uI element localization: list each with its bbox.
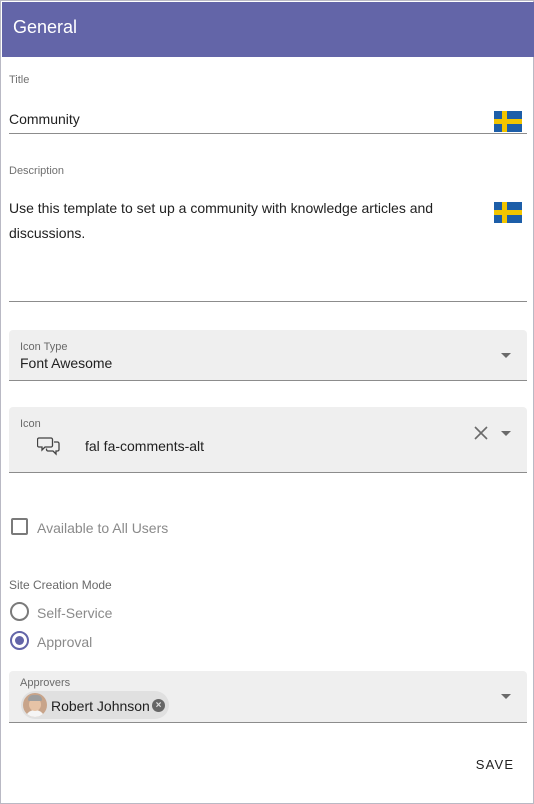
icon-label: Icon <box>20 418 41 430</box>
available-all-users-checkbox[interactable] <box>11 518 28 535</box>
title-label: Title <box>9 74 30 86</box>
self-service-label: Self-Service <box>37 605 113 621</box>
title-input[interactable]: Community <box>9 111 80 127</box>
available-all-users-label: Available to All Users <box>37 520 169 536</box>
approver-chip[interactable]: Robert Johnson × <box>21 691 169 719</box>
sweden-flag-icon[interactable] <box>494 202 522 223</box>
description-line-2[interactable]: discussions. <box>9 225 85 241</box>
comments-icon <box>37 437 60 456</box>
radio-approval[interactable] <box>10 631 29 650</box>
chevron-down-icon[interactable] <box>501 353 511 358</box>
remove-chip-icon[interactable]: × <box>152 699 165 712</box>
icon-type-label: Icon Type <box>20 341 68 353</box>
chevron-down-icon[interactable] <box>501 431 511 436</box>
avatar <box>23 693 47 717</box>
radio-self-service[interactable] <box>10 602 29 621</box>
approval-label: Approval <box>37 634 93 650</box>
description-label: Description <box>9 165 65 177</box>
approvers-label: Approvers <box>20 677 71 689</box>
title-underline <box>9 133 527 134</box>
save-button[interactable]: SAVE <box>467 751 523 779</box>
icon-type-value: Font Awesome <box>20 355 113 371</box>
icon-value: fal fa-comments-alt <box>85 438 205 454</box>
icon-type-select[interactable]: Icon Type Font Awesome <box>9 330 527 381</box>
sweden-flag-icon[interactable] <box>494 111 522 132</box>
description-line-1[interactable]: Use this template to set up a community … <box>9 200 433 216</box>
icon-select[interactable]: Icon fal fa-comments-alt <box>9 407 527 473</box>
general-settings-panel: General Title Community Description Use … <box>0 0 534 804</box>
panel-header: General <box>2 2 534 57</box>
site-creation-mode-label: Site Creation Mode <box>9 578 112 592</box>
approver-name: Robert Johnson <box>51 698 150 714</box>
header-title: General <box>13 17 78 37</box>
chevron-down-icon[interactable] <box>501 694 511 699</box>
description-underline <box>9 301 527 302</box>
close-icon[interactable] <box>474 426 488 440</box>
